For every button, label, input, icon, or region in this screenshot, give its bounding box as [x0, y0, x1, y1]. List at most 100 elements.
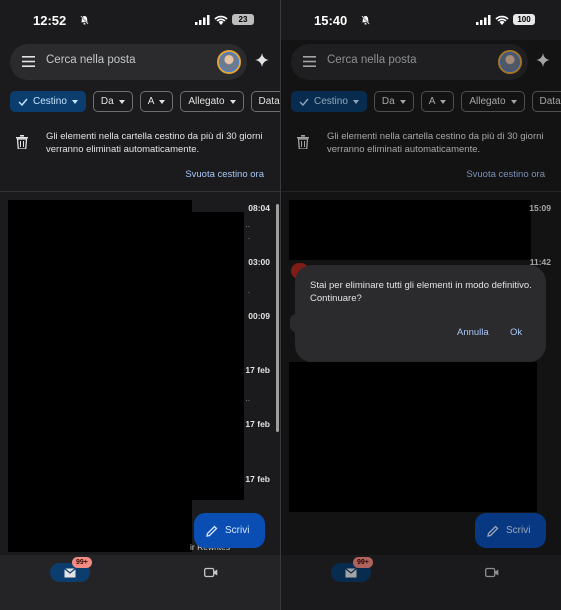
- filter-chips: Cestino Da A Allegato Data: [291, 91, 561, 112]
- redacted-email-list: [289, 362, 537, 512]
- truncated-marker: .: [247, 286, 250, 295]
- trash-notice: Gli elementi nella cartella cestino da p…: [0, 122, 280, 192]
- email-time: 03:00: [248, 257, 270, 267]
- compose-label: Scrivi: [225, 525, 250, 536]
- status-bar: 15:40 100: [281, 0, 561, 40]
- gmail-screen-trash: 12:52 23 Cestino Da A Allegato Data Gli …: [0, 0, 280, 610]
- compose-label: Scrivi: [506, 525, 531, 536]
- check-icon: [18, 98, 28, 106]
- redacted-email-list: [289, 200, 531, 260]
- dialog-message: Stai per eliminare tutti gli elementi in…: [310, 280, 532, 304]
- unread-badge: 99+: [72, 557, 92, 568]
- truncated-marker: .: [247, 232, 250, 241]
- chip-date[interactable]: Data: [531, 91, 561, 112]
- meet-video-icon[interactable]: [204, 567, 218, 578]
- search-bar[interactable]: [291, 44, 528, 80]
- meet-video-icon[interactable]: [485, 567, 499, 578]
- chip-label: Cestino: [314, 96, 348, 107]
- empty-trash-button[interactable]: Svuota cestino ora: [185, 169, 264, 180]
- search-input[interactable]: [46, 54, 206, 66]
- wifi-icon: [495, 15, 509, 25]
- confirm-empty-trash-dialog: Stai per eliminare tutti gli elementi in…: [295, 265, 546, 362]
- chip-attachment[interactable]: Allegato: [180, 91, 244, 112]
- chip-trash[interactable]: Cestino: [10, 91, 86, 112]
- gemini-sparkle-icon[interactable]: [536, 53, 550, 67]
- status-bar: 12:52 23: [0, 0, 280, 40]
- chip-trash[interactable]: Cestino: [291, 91, 367, 112]
- chip-label: A: [147, 96, 155, 107]
- check-icon: [299, 98, 309, 106]
- status-time: 12:52: [33, 13, 67, 28]
- email-time: 08:04: [248, 203, 270, 213]
- gmail-screen-empty-trash-dialog: 15:40 100 Cestino Da A Allegato Data Gli…: [281, 0, 561, 610]
- chip-label: Data: [539, 96, 561, 107]
- trash-notice: Gli elementi nella cartella cestino da p…: [281, 122, 561, 192]
- email-time: 00:09: [248, 311, 270, 321]
- compose-button[interactable]: Scrivi: [475, 513, 546, 548]
- hamburger-menu-icon[interactable]: [303, 56, 316, 67]
- truncated-marker: ..: [245, 394, 250, 403]
- dropdown-arrow-icon: [440, 99, 447, 104]
- chip-attachment[interactable]: Allegato: [461, 91, 525, 112]
- signal-icon: [195, 14, 210, 25]
- email-time: 17 feb: [245, 474, 270, 484]
- redacted-email-list: [8, 200, 192, 552]
- gemini-sparkle-icon[interactable]: [255, 53, 269, 67]
- chip-label: A: [428, 96, 436, 107]
- signal-icon: [476, 14, 491, 25]
- trash-notice-text: Gli elementi nella cartella cestino da p…: [46, 131, 263, 155]
- chip-label: Cestino: [33, 96, 67, 107]
- battery-indicator: 100: [513, 14, 535, 25]
- wifi-icon: [214, 15, 228, 25]
- dropdown-arrow-icon: [352, 99, 359, 104]
- search-bar[interactable]: [10, 44, 247, 80]
- email-time: 15:09: [529, 203, 551, 213]
- pencil-icon: [206, 525, 218, 537]
- trash-notice-text: Gli elementi nella cartella cestino da p…: [327, 131, 544, 155]
- unread-badge: 99+: [353, 557, 373, 568]
- battery-indicator: 23: [232, 14, 254, 25]
- ok-button[interactable]: Ok: [510, 327, 522, 338]
- chip-from[interactable]: Da: [92, 91, 133, 112]
- compose-button[interactable]: Scrivi: [194, 513, 265, 548]
- account-avatar[interactable]: [217, 50, 241, 74]
- chip-label: Da: [381, 96, 395, 107]
- dropdown-arrow-icon: [71, 99, 78, 104]
- trash-icon: [16, 135, 28, 149]
- cancel-button[interactable]: Annulla: [457, 327, 489, 338]
- chip-to[interactable]: A: [420, 91, 455, 112]
- chip-date[interactable]: Data: [250, 91, 280, 112]
- chip-from[interactable]: Da: [373, 91, 414, 112]
- silent-bell-icon: [361, 15, 370, 25]
- empty-trash-button[interactable]: Svuota cestino ora: [466, 169, 545, 180]
- account-avatar[interactable]: [498, 50, 522, 74]
- email-time: 17 feb: [245, 419, 270, 429]
- email-time: 17 feb: [245, 365, 270, 375]
- chip-label: Data: [258, 96, 280, 107]
- dropdown-arrow-icon: [399, 99, 406, 104]
- truncated-marker: ..: [245, 220, 250, 229]
- mail-icon: [64, 567, 76, 577]
- bottom-navigation: 99+: [281, 555, 561, 610]
- chip-to[interactable]: A: [139, 91, 174, 112]
- mail-icon: [345, 567, 357, 577]
- silent-bell-icon: [80, 15, 89, 25]
- search-input[interactable]: [327, 54, 487, 66]
- hamburger-menu-icon[interactable]: [22, 56, 35, 67]
- chip-label: Allegato: [469, 96, 506, 107]
- status-time: 15:40: [314, 13, 348, 28]
- scrollbar-thumb[interactable]: [276, 204, 279, 432]
- chip-label: Da: [100, 96, 114, 107]
- status-icons: 23: [195, 14, 254, 25]
- redacted-email-list: [192, 212, 244, 500]
- status-icons: 100: [476, 14, 535, 25]
- dropdown-arrow-icon: [118, 99, 125, 104]
- dropdown-arrow-icon: [229, 99, 236, 104]
- filter-chips: Cestino Da A Allegato Data: [10, 91, 280, 112]
- dropdown-arrow-icon: [159, 99, 166, 104]
- pencil-icon: [487, 525, 499, 537]
- trash-icon: [297, 135, 309, 149]
- dropdown-arrow-icon: [510, 99, 517, 104]
- chip-label: Allegato: [188, 96, 225, 107]
- bottom-navigation: 99+: [0, 555, 280, 610]
